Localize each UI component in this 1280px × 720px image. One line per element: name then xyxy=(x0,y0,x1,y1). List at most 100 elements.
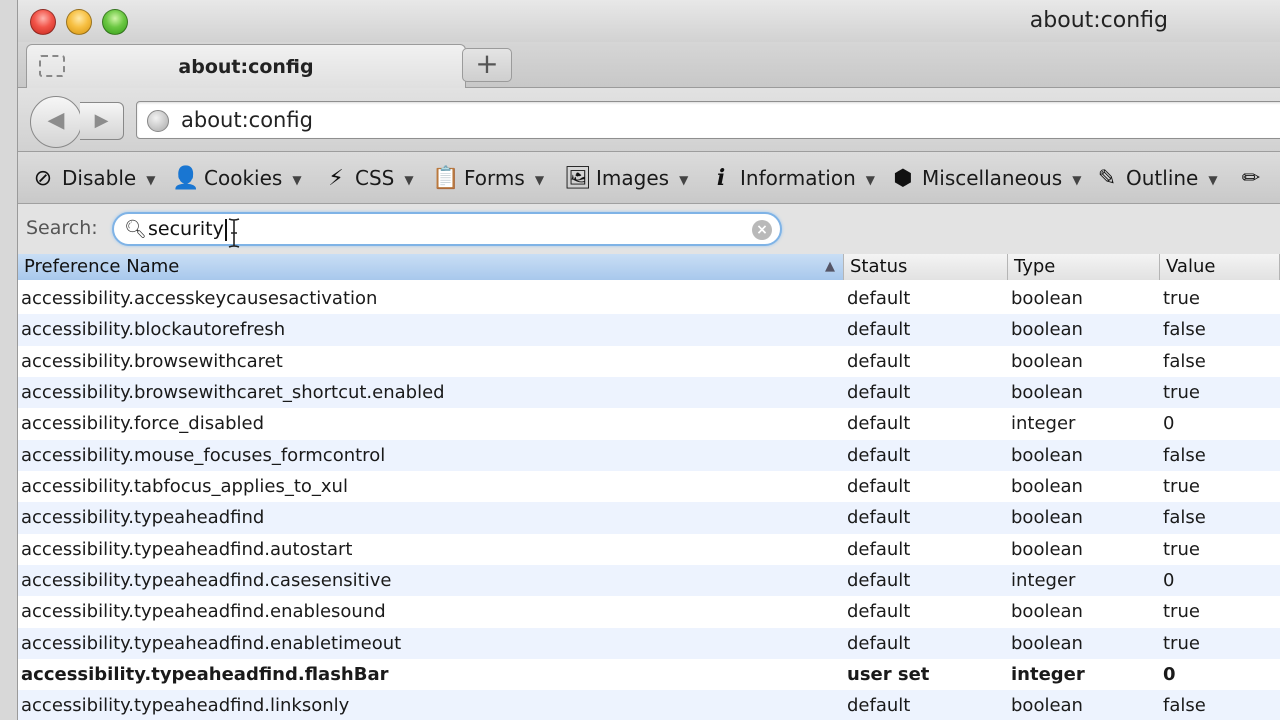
person-icon: 👤 xyxy=(172,166,200,191)
value-cell: false xyxy=(1163,507,1206,529)
type-cell: boolean xyxy=(1011,444,1083,466)
toolbar-cookies-menu[interactable]: 👤 Cookies ▼ xyxy=(172,152,302,204)
dropdown-caret-icon: ▼ xyxy=(865,172,876,187)
clear-search-icon[interactable]: × xyxy=(752,220,772,240)
disable-icon: ⊘ xyxy=(33,166,53,191)
pencil-icon: ✎ xyxy=(1097,166,1117,191)
value-cell: 0 xyxy=(1163,413,1175,435)
status-cell: default xyxy=(847,288,911,309)
url-text: about:config xyxy=(181,108,313,132)
value-cell: true xyxy=(1163,632,1200,654)
search-input[interactable]: 🔍︎ security × xyxy=(112,212,782,246)
type-cell: boolean xyxy=(1011,382,1083,404)
table-row[interactable]: accessibility.typeaheadfind.enabletimeou… xyxy=(18,627,1280,660)
toolbar-outline-menu[interactable]: ✎ Outline ▼ xyxy=(1094,152,1218,204)
toolbar-disable-menu[interactable]: ⊘ Disable ▼ xyxy=(30,152,156,204)
status-cell: default xyxy=(847,538,911,560)
tab-strip: about:config + xyxy=(18,42,1280,88)
title-bar: about:config xyxy=(18,0,1280,42)
toolbar-information-menu[interactable]: i Information ▼ xyxy=(708,152,875,204)
search-text: security xyxy=(148,218,224,240)
preference-name-cell: accessibility.force_disabled xyxy=(21,413,265,435)
type-cell: boolean xyxy=(1011,319,1083,341)
type-cell: boolean xyxy=(1011,507,1083,529)
preference-name-cell: accessibility.typeaheadfind.flashBar xyxy=(21,664,389,686)
table-row[interactable]: accessibility.typeaheadfind.enablesound d… xyxy=(18,596,1280,627)
value-cell: true xyxy=(1163,288,1200,309)
toolbar-item-label: Cookies xyxy=(204,166,283,190)
dropdown-caret-icon: ▼ xyxy=(292,172,302,187)
dropdown-caret-icon: ▼ xyxy=(146,172,156,187)
table-row[interactable]: accessibility.typeaheadfind.casesensitiv… xyxy=(18,565,1280,597)
preference-name-cell: accessibility.typeaheadfind.enablesound xyxy=(21,601,386,623)
table-row[interactable]: accessibility.typeaheadfind default boolea… xyxy=(18,502,1280,534)
preference-name-cell: accessibility.typeaheadfind.linksonly xyxy=(21,695,350,717)
back-button[interactable]: ◀ xyxy=(30,96,82,148)
table-row[interactable]: accessibility.browsewithcaret_shortcut.e… xyxy=(18,377,1280,409)
column-header-preference-name[interactable]: Preference Name ▲ xyxy=(18,254,844,280)
url-bar[interactable]: about:config xyxy=(136,101,1280,139)
new-tab-button[interactable]: + xyxy=(462,48,512,82)
table-row[interactable]: accessibility.tabfocus_applies_to_xul def… xyxy=(18,471,1280,502)
dropdown-caret-icon: ▼ xyxy=(404,172,414,187)
status-cell: default xyxy=(847,413,911,435)
search-label: Search: xyxy=(26,217,98,239)
close-window-button[interactable] xyxy=(30,9,56,35)
type-cell: boolean xyxy=(1011,350,1083,372)
type-cell: boolean xyxy=(1011,476,1083,498)
value-cell: true xyxy=(1163,601,1200,623)
status-cell: default xyxy=(847,476,911,498)
column-header-label: Preference Name xyxy=(24,256,180,277)
preference-name-cell: accessibility.typeaheadfind.enabletimeou… xyxy=(21,632,402,654)
value-cell: false xyxy=(1163,444,1206,466)
table-header: Preference Name ▲ Status Type Value xyxy=(18,254,1280,280)
sort-ascending-icon: ▲ xyxy=(825,259,835,274)
table-row[interactable]: accessibility.typeaheadfind.linksonly def… xyxy=(18,690,1280,720)
table-row[interactable]: accessibility.typeaheadfind.autostart def… xyxy=(18,534,1280,565)
table-row[interactable]: accessibility.accesskeycausesactivation d… xyxy=(18,283,1280,314)
globe-icon xyxy=(147,110,169,132)
zoom-window-button[interactable] xyxy=(102,9,128,35)
status-cell: default xyxy=(847,632,911,654)
image-icon: 🖼 xyxy=(564,166,592,191)
table-row[interactable]: accessibility.typeaheadfind.flashBar user… xyxy=(18,659,1280,690)
status-cell: default xyxy=(847,444,911,466)
value-cell: false xyxy=(1163,695,1206,717)
forward-button[interactable]: ▶ xyxy=(80,102,124,140)
type-cell: boolean xyxy=(1011,538,1083,560)
dropdown-caret-icon: ▼ xyxy=(1072,172,1082,187)
toolbar-item-label: Information xyxy=(740,166,856,190)
minimize-window-button[interactable] xyxy=(66,9,92,35)
column-header-value[interactable]: Value xyxy=(1160,254,1280,280)
status-cell: default xyxy=(847,382,911,404)
table-row[interactable]: accessibility.browsewithcaret default bool… xyxy=(18,346,1280,377)
search-icon: 🔍︎ xyxy=(124,219,147,240)
status-cell: default xyxy=(847,695,911,717)
dropdown-caret-icon: ▼ xyxy=(679,172,689,187)
clipboard-icon: 📋 xyxy=(432,166,460,191)
column-header-type[interactable]: Type xyxy=(1008,254,1160,280)
preferences-table-body: accessibility.accesskeycausesactivation d… xyxy=(18,283,1280,720)
wand-icon: ⚡ xyxy=(328,166,344,191)
toolbar-images-menu[interactable]: 🖼 Images ▼ xyxy=(564,152,688,204)
tab-about-config[interactable]: about:config xyxy=(26,44,466,88)
status-cell: default xyxy=(847,570,911,592)
browser-window: about:config about:config + ◀ ▶ about:co… xyxy=(18,0,1280,720)
type-cell: boolean xyxy=(1011,632,1083,654)
preference-name-cell: accessibility.typeaheadfind xyxy=(21,507,265,529)
preference-name-cell: accessibility.blockautorefresh xyxy=(21,319,286,341)
value-cell: true xyxy=(1163,538,1200,560)
table-row[interactable]: accessibility.force_disabled default integ… xyxy=(18,408,1280,439)
toolbar-resize-menu[interactable]: ✏ xyxy=(1238,152,1270,204)
table-row[interactable]: accessibility.blockautorefresh default boo… xyxy=(18,314,1280,346)
preference-name-cell: accessibility.accesskeycausesactivation xyxy=(21,288,378,309)
toolbar-css-menu[interactable]: ⚡ CSS ▼ xyxy=(323,152,414,204)
type-cell: boolean xyxy=(1011,601,1083,623)
preference-name-cell: accessibility.typeaheadfind.casesensitiv… xyxy=(21,570,392,592)
value-cell: false xyxy=(1163,350,1206,372)
table-row[interactable]: accessibility.mouse_focuses_formcontrol d… xyxy=(18,439,1280,472)
toolbar-miscellaneous-menu[interactable]: ⬢ Miscellaneous ▼ xyxy=(890,152,1081,204)
text-caret xyxy=(224,218,227,241)
column-header-status[interactable]: Status xyxy=(844,254,1008,280)
toolbar-forms-menu[interactable]: 📋 Forms ▼ xyxy=(432,152,544,204)
